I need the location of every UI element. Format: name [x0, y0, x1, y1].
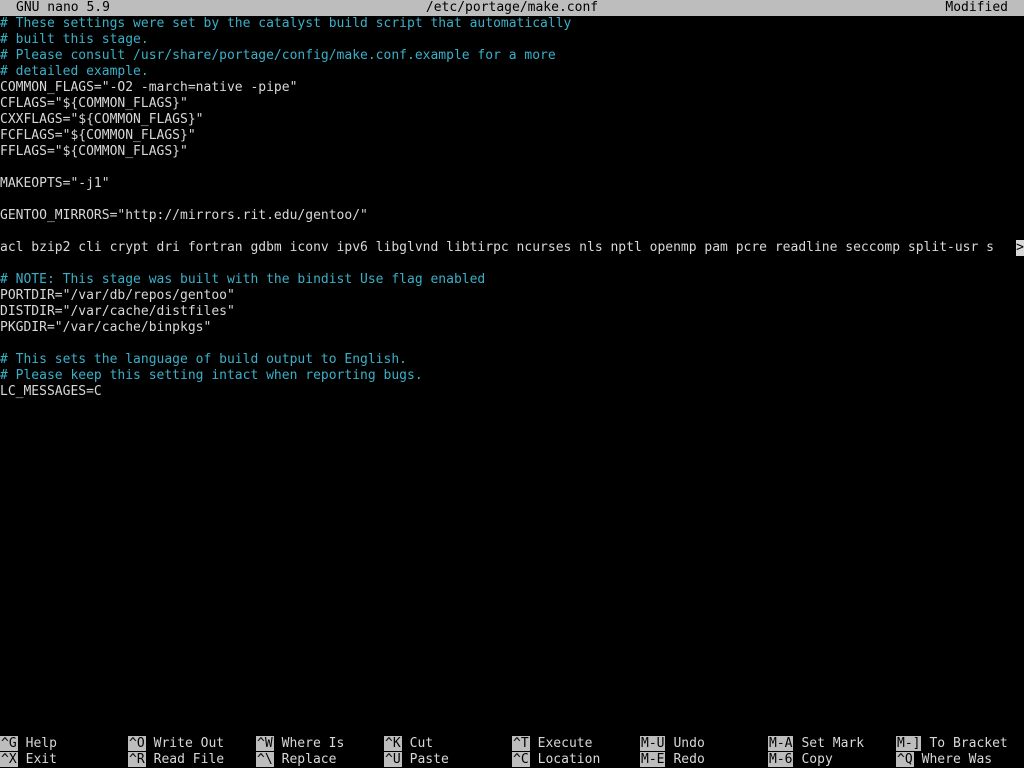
- shortcut-copy[interactable]: M-6 Copy: [768, 752, 833, 768]
- shortcut-replace[interactable]: ^\ Replace: [256, 752, 336, 768]
- config-line[interactable]: acl bzip2 cli crypt dri fortran gdbm ico…: [0, 240, 1024, 256]
- line-text: GENTOO_MIRRORS="http://mirrors.rit.edu/g…: [0, 208, 368, 223]
- shortcut-exit[interactable]: ^X Exit: [0, 752, 57, 768]
- shortcut-bar: ^G Help ^X Exit ^O Write Out ^R Read File ^W Wher…: [0, 736, 1024, 768]
- shortcut-location[interactable]: ^C Location: [512, 752, 600, 768]
- line-text: # NOTE: This stage was built with the bi…: [0, 272, 486, 287]
- config-line[interactable]: FCFLAGS="${COMMON_FLAGS}": [0, 128, 1024, 144]
- shortcut-execute[interactable]: ^T Execute: [512, 736, 592, 752]
- shortcut-key: ^W: [256, 736, 274, 751]
- line-text: PKGDIR="/var/cache/binpkgs": [0, 320, 212, 335]
- shortcut-key: M-6: [768, 752, 794, 767]
- shortcut-label: Where Is: [281, 736, 345, 751]
- comment-line[interactable]: # This sets the language of build output…: [0, 352, 1024, 368]
- config-line[interactable]: [0, 336, 1024, 352]
- line-text: COMMON_FLAGS="-O2 -march=native -pipe": [0, 80, 298, 95]
- shortcut-label: Help: [25, 736, 57, 751]
- shortcut-label: Copy: [801, 752, 833, 767]
- shortcut-help[interactable]: ^G Help: [0, 736, 57, 752]
- shortcut-label: Replace: [281, 752, 337, 767]
- shortcut-label: Cut: [409, 736, 434, 751]
- config-line[interactable]: MAKEOPTS="-j1": [0, 176, 1024, 192]
- title-bar: /etc/portage/make.conf GNU nano 5.9 Modi…: [0, 0, 1024, 16]
- line-text: # These settings were set by the catalys…: [0, 16, 572, 31]
- comment-line[interactable]: # Please consult /usr/share/portage/conf…: [0, 48, 1024, 64]
- config-line[interactable]: FFLAGS="${COMMON_FLAGS}": [0, 144, 1024, 160]
- comment-line[interactable]: # Please keep this setting intact when r…: [0, 368, 1024, 384]
- shortcut-key: ^Q: [896, 752, 914, 767]
- shortcut-label: Read File: [153, 752, 225, 767]
- line-text: # This sets the language of build output…: [0, 352, 407, 367]
- shortcut-label: Where Was: [921, 752, 993, 767]
- shortcut-paste[interactable]: ^U Paste: [384, 752, 449, 768]
- shortcut-key: ^\: [256, 752, 274, 767]
- shortcut-key: ^G: [0, 736, 18, 751]
- shortcut-key: ^U: [384, 752, 402, 767]
- shortcut-label: Exit: [25, 752, 57, 767]
- line-overflow-indicator: >: [1016, 240, 1024, 256]
- shortcut-write-out[interactable]: ^O Write Out: [128, 736, 224, 752]
- shortcut-label: Execute: [537, 736, 593, 751]
- shortcut-key: ^O: [128, 736, 146, 751]
- shortcut-key: M-E: [640, 752, 666, 767]
- line-text: # detailed example.: [0, 64, 149, 79]
- shortcut-label: Paste: [409, 752, 449, 767]
- shortcut-where-was[interactable]: ^Q Where Was: [896, 752, 992, 768]
- config-line[interactable]: [0, 160, 1024, 176]
- config-line[interactable]: DISTDIR="/var/cache/distfiles": [0, 304, 1024, 320]
- line-text: FFLAGS="${COMMON_FLAGS}": [0, 144, 188, 159]
- shortcut-key: ^X: [0, 752, 18, 767]
- line-text: # built this stage.: [0, 32, 149, 47]
- config-line[interactable]: CFLAGS="${COMMON_FLAGS}": [0, 96, 1024, 112]
- shortcut-label: Set Mark: [801, 736, 865, 751]
- shortcut-to-bracket[interactable]: M-] To Bracket: [896, 736, 1008, 752]
- shortcut-key: M-A: [768, 736, 794, 751]
- line-text: acl bzip2 cli crypt dri fortran gdbm ico…: [0, 240, 994, 255]
- comment-line[interactable]: # NOTE: This stage was built with the bi…: [0, 272, 1024, 288]
- shortcut-redo[interactable]: M-E Redo: [640, 752, 705, 768]
- shortcut-key: ^T: [512, 736, 530, 751]
- comment-line[interactable]: # These settings were set by the catalys…: [0, 16, 1024, 32]
- shortcut-cut[interactable]: ^K Cut: [384, 736, 433, 752]
- line-text: PORTDIR="/var/db/repos/gentoo": [0, 288, 235, 303]
- shortcut-where-is[interactable]: ^W Where Is: [256, 736, 344, 752]
- shortcut-read-file[interactable]: ^R Read File: [128, 752, 224, 768]
- line-text: MAKEOPTS="-j1": [0, 176, 110, 191]
- line-text: # Please keep this setting intact when r…: [0, 368, 423, 383]
- editor-area[interactable]: # These settings were set by the catalys…: [0, 16, 1024, 736]
- config-line[interactable]: [0, 224, 1024, 240]
- shortcut-undo[interactable]: M-U Undo: [640, 736, 705, 752]
- line-text: LC_MESSAGES=C: [0, 384, 102, 399]
- shortcut-key: ^K: [384, 736, 402, 751]
- shortcut-set-mark[interactable]: M-A Set Mark: [768, 736, 864, 752]
- config-line[interactable]: [0, 256, 1024, 272]
- shortcut-key: M-U: [640, 736, 666, 751]
- comment-line[interactable]: # built this stage.: [0, 32, 1024, 48]
- config-line[interactable]: COMMON_FLAGS="-O2 -march=native -pipe": [0, 80, 1024, 96]
- file-path: /etc/portage/make.conf: [425, 0, 599, 15]
- config-line[interactable]: PORTDIR="/var/db/repos/gentoo": [0, 288, 1024, 304]
- shortcut-key: ^R: [128, 752, 146, 767]
- line-text: # Please consult /usr/share/portage/conf…: [0, 48, 556, 63]
- line-text: CXXFLAGS="${COMMON_FLAGS}": [0, 112, 204, 127]
- line-text: DISTDIR="/var/cache/distfiles": [0, 304, 235, 319]
- app-version: GNU nano 5.9: [16, 0, 110, 15]
- modified-status: Modified: [945, 0, 1008, 15]
- shortcut-label: Undo: [673, 736, 705, 751]
- config-line[interactable]: CXXFLAGS="${COMMON_FLAGS}": [0, 112, 1024, 128]
- comment-line[interactable]: # detailed example.: [0, 64, 1024, 80]
- shortcut-label: To Bracket: [929, 736, 1008, 751]
- shortcut-label: Write Out: [153, 736, 225, 751]
- shortcut-label: Location: [537, 752, 601, 767]
- shortcut-label: Redo: [673, 752, 705, 767]
- config-line[interactable]: GENTOO_MIRRORS="http://mirrors.rit.edu/g…: [0, 208, 1024, 224]
- config-line[interactable]: PKGDIR="/var/cache/binpkgs": [0, 320, 1024, 336]
- shortcut-key: M-]: [896, 736, 922, 751]
- line-text: CFLAGS="${COMMON_FLAGS}": [0, 96, 188, 111]
- config-line[interactable]: LC_MESSAGES=C: [0, 384, 1024, 400]
- line-text: FCFLAGS="${COMMON_FLAGS}": [0, 128, 196, 143]
- shortcut-key: ^C: [512, 752, 530, 767]
- config-line[interactable]: [0, 192, 1024, 208]
